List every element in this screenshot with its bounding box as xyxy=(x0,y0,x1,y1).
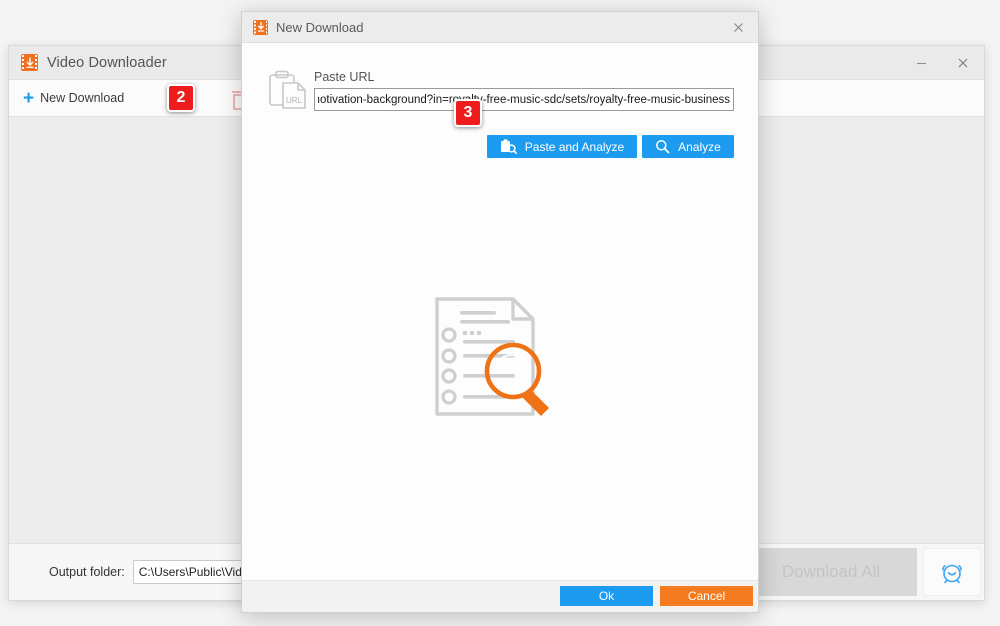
paste-and-analyze-label: Paste and Analyze xyxy=(524,139,625,154)
step-badge-3: 3 xyxy=(454,99,482,127)
new-download-label: New Download xyxy=(40,91,125,105)
download-arrow-icon xyxy=(26,57,33,68)
dialog-body: URL Paste URL Paste and Analyze Analyze xyxy=(242,43,758,580)
output-folder-label: Output folder: xyxy=(49,565,125,579)
dialog-title-bar: New Download xyxy=(242,12,758,43)
download-all-button[interactable]: Download All xyxy=(745,548,917,596)
minimize-icon[interactable] xyxy=(900,46,942,80)
step-badge-2: 2 xyxy=(167,84,195,112)
dialog-title: New Download xyxy=(276,19,364,35)
paste-and-analyze-button[interactable]: Paste and Analyze xyxy=(487,135,637,158)
ok-button[interactable]: Ok xyxy=(560,586,653,606)
cancel-button[interactable]: Cancel xyxy=(660,586,753,606)
new-download-button[interactable]: + New Download xyxy=(9,80,138,116)
video-download-icon xyxy=(253,19,268,35)
window-controls xyxy=(900,46,984,80)
url-input[interactable] xyxy=(314,88,734,111)
clipboard-url-icon: URL xyxy=(269,70,306,109)
svg-text:URL: URL xyxy=(286,96,303,105)
alarm-clock-icon xyxy=(942,564,962,584)
close-icon[interactable] xyxy=(718,12,758,43)
download-all-label: Download All xyxy=(781,562,881,581)
ok-label: Ok xyxy=(598,589,615,603)
search-icon xyxy=(656,140,670,154)
video-download-icon xyxy=(21,54,38,71)
clipboard-search-icon xyxy=(500,139,517,154)
close-icon[interactable] xyxy=(942,46,984,80)
new-download-dialog: New Download URL Paste URL Paste and Ana… xyxy=(241,11,759,613)
paste-url-label: Paste URL xyxy=(314,70,375,84)
dialog-footer: Ok Cancel xyxy=(242,580,758,612)
main-window-title: Video Downloader xyxy=(47,54,167,71)
download-arrow-icon xyxy=(257,22,264,32)
plus-icon: + xyxy=(23,87,35,109)
document-magnifier-illustration xyxy=(435,297,549,416)
analyze-button[interactable]: Analyze xyxy=(642,135,734,158)
cancel-label: Cancel xyxy=(687,589,726,603)
scheduler-button[interactable] xyxy=(923,548,981,596)
analyze-label: Analyze xyxy=(678,139,721,154)
